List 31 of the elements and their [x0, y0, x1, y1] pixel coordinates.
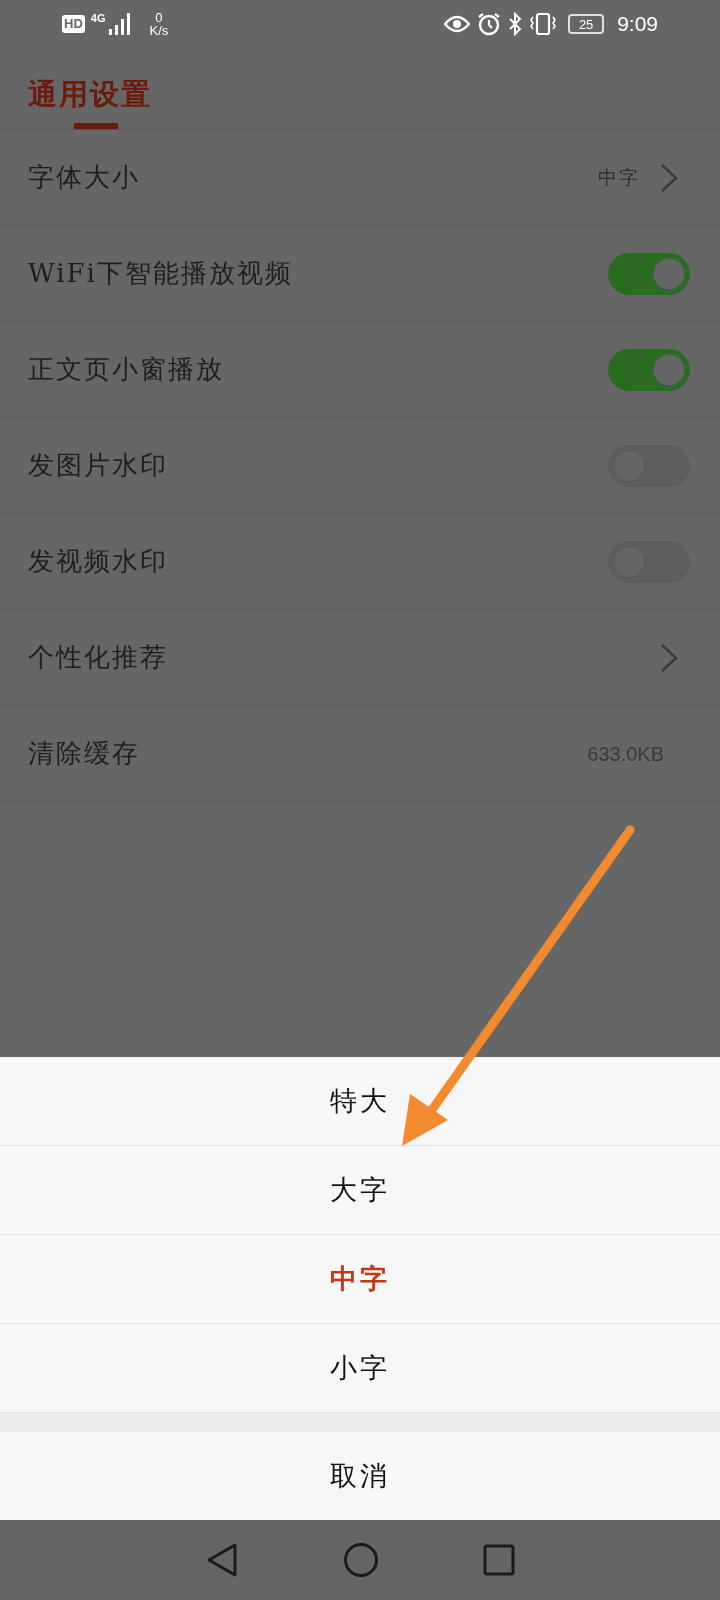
cancel-button[interactable]: 取消: [0, 1432, 720, 1520]
setting-label: 发图片水印: [28, 449, 168, 482]
speed-value: 0: [155, 11, 163, 24]
setting-value: 中字: [598, 165, 640, 191]
eye-icon: [444, 15, 471, 33]
clock: 9:09: [617, 11, 658, 38]
home-icon[interactable]: [343, 1542, 379, 1578]
setting-label: 清除缓存: [28, 737, 140, 770]
tab-indicator: [74, 123, 118, 129]
setting-label: WiFi下智能播放视频: [28, 257, 293, 290]
signal-icon: [107, 13, 132, 35]
chevron-right-icon: [660, 642, 678, 673]
speed-unit: K/s: [149, 24, 169, 37]
font-size-option[interactable]: 中字: [0, 1235, 720, 1324]
back-icon[interactable]: [205, 1542, 239, 1578]
alarm-icon: [477, 12, 502, 36]
vibrate-icon: [529, 12, 558, 36]
chevron-right-icon: [660, 162, 678, 193]
bluetooth-icon: [508, 12, 523, 36]
toggle-switch[interactable]: [608, 252, 690, 295]
setting-label: 个性化推荐: [28, 641, 168, 674]
hd-badge: HD: [62, 15, 85, 33]
recents-icon[interactable]: [483, 1544, 515, 1576]
font-size-option[interactable]: 大字: [0, 1146, 720, 1235]
network-type: 4G: [90, 13, 106, 24]
page-title: 通用设置: [28, 80, 153, 109]
setting-label: 正文页小窗播放: [28, 353, 224, 386]
setting-label: 发视频水印: [28, 545, 168, 578]
battery-level: 25: [578, 17, 594, 31]
toggle-switch[interactable]: [608, 348, 690, 391]
setting-label: 字体大小: [28, 161, 140, 194]
